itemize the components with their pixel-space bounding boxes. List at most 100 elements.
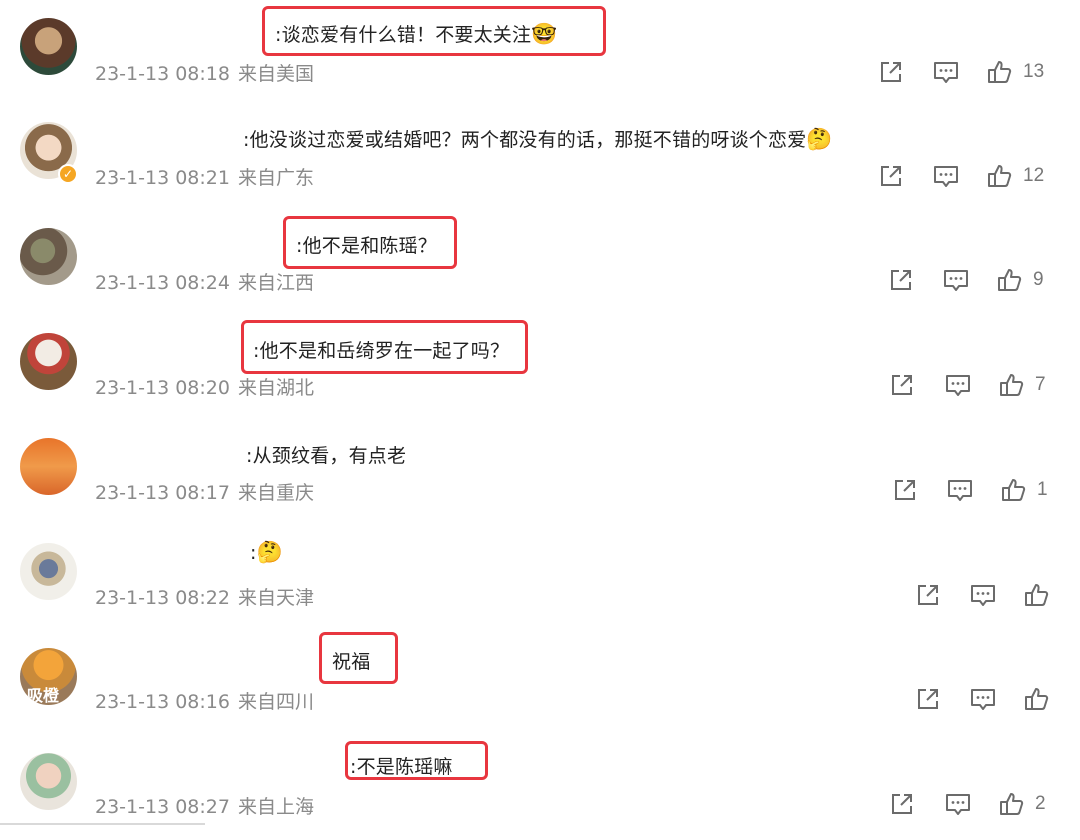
comment-location: 来自重庆: [237, 482, 314, 504]
comment-location: 来自上海: [237, 796, 314, 818]
comment-button[interactable]: [947, 475, 973, 505]
share-icon: [891, 270, 911, 290]
comment-meta: 23-1-13 08:27 来自上海: [95, 792, 314, 819]
avatar[interactable]: [20, 18, 77, 75]
comment-item: 吸橙 祝福 23-1-13 08:16 来自四川: [0, 630, 1080, 735]
thumbs-up-icon: [1025, 688, 1049, 710]
like-count: 2: [1035, 793, 1046, 814]
comment-icon: [971, 585, 995, 606]
comment-button[interactable]: [933, 57, 959, 87]
comment-time: 23-1-13 08:22: [95, 587, 230, 609]
share-button[interactable]: [915, 580, 941, 610]
like-button[interactable]: 12: [987, 161, 1044, 191]
comment-icon: [946, 375, 970, 396]
share-icon: [895, 480, 915, 500]
comment-item: :从颈纹看，有点老 23-1-13 08:17 来自重庆 1: [0, 420, 1080, 525]
comment-button[interactable]: [945, 370, 971, 400]
comment-button[interactable]: [945, 789, 971, 819]
share-icon: [892, 375, 912, 395]
comment-item: :谈恋爱有什么错！不要太关注🤓 23-1-13 08:18 来自美国 13: [0, 0, 1080, 105]
comment-text: :他没谈过恋爱或结婚吧？两个都没有的话，那挺不错的呀谈个恋爱🤔: [243, 127, 833, 151]
thumbs-up-icon: [1000, 374, 1024, 396]
share-button[interactable]: [892, 475, 918, 505]
comment-text: :他不是和岳绮罗在一起了吗？: [253, 340, 510, 362]
emoji-icon: 🤔: [806, 127, 833, 151]
comment-time: 23-1-13 08:18: [95, 63, 230, 85]
comment-icon: [971, 689, 995, 710]
thumbs-up-icon: [988, 165, 1012, 187]
like-button[interactable]: [1024, 684, 1060, 714]
share-button[interactable]: [878, 57, 904, 87]
comment-location: 来自美国: [237, 63, 314, 85]
share-icon: [918, 585, 938, 605]
comment-icon: [934, 166, 958, 187]
comment-location: 来自江西: [237, 272, 314, 294]
comment-meta: 23-1-13 08:20 来自湖北: [95, 373, 314, 400]
share-icon: [892, 794, 912, 814]
comment-text: :他不是和陈瑶？: [296, 235, 438, 257]
share-button[interactable]: [889, 789, 915, 819]
share-icon: [918, 689, 938, 709]
comment-text: :不是陈瑶嘛: [350, 756, 453, 778]
share-button[interactable]: [915, 684, 941, 714]
like-button[interactable]: 1: [1001, 475, 1048, 505]
like-count: 7: [1035, 374, 1046, 395]
thumbs-up-icon: [988, 61, 1012, 83]
thumbs-up-icon: [1025, 584, 1049, 606]
like-button[interactable]: 2: [999, 789, 1046, 819]
avatar[interactable]: [20, 228, 77, 285]
share-icon: [881, 62, 901, 82]
comment-time: 23-1-13 08:24: [95, 272, 230, 294]
avatar-text: 吸橙: [27, 686, 60, 705]
like-button[interactable]: [1024, 580, 1060, 610]
comment-time: 23-1-13 08:16: [95, 691, 230, 713]
avatar[interactable]: [20, 753, 77, 810]
like-count: 1: [1037, 479, 1048, 500]
comment-meta: 23-1-13 08:22 来自天津: [95, 583, 314, 610]
verified-badge: ✓: [58, 164, 78, 184]
comment-item: ✓ :他没谈过恋爱或结婚吧？两个都没有的话，那挺不错的呀谈个恋爱🤔 23-1-1…: [0, 105, 1080, 210]
comment-location: 来自天津: [237, 587, 314, 609]
comment-text: 祝福: [332, 651, 371, 673]
comment-meta: 23-1-13 08:24 来自江西: [95, 268, 314, 295]
comment-icon: [946, 794, 970, 815]
emoji-icon: 🤔: [256, 540, 283, 564]
comment-time: 23-1-13 08:21: [95, 167, 230, 189]
comment-meta: 23-1-13 08:21 来自广东: [95, 163, 314, 190]
thumbs-up-icon: [1000, 793, 1024, 815]
comment-time: 23-1-13 08:17: [95, 482, 230, 504]
emoji-icon: 🤓: [531, 22, 558, 46]
comment-location: 来自湖北: [237, 377, 314, 399]
comment-icon: [948, 480, 972, 501]
thumbs-up-icon: [998, 269, 1022, 291]
like-button[interactable]: 9: [997, 265, 1044, 295]
share-button[interactable]: [878, 161, 904, 191]
like-button[interactable]: 13: [987, 57, 1044, 87]
like-count: 9: [1033, 269, 1044, 290]
comment-button[interactable]: [970, 580, 996, 610]
like-count: 13: [1023, 61, 1045, 82]
comment-icon: [944, 270, 968, 291]
share-button[interactable]: [888, 265, 914, 295]
avatar[interactable]: [20, 333, 77, 390]
comment-item: :他不是和岳绮罗在一起了吗？ 23-1-13 08:20 来自湖北 7: [0, 315, 1080, 420]
avatar[interactable]: [20, 438, 77, 495]
share-icon: [881, 166, 901, 186]
comment-button[interactable]: [933, 161, 959, 191]
comment-meta: 23-1-13 08:16 来自四川: [95, 687, 314, 714]
avatar[interactable]: [20, 543, 77, 600]
thumbs-up-icon: [1002, 479, 1026, 501]
comment-button[interactable]: [970, 684, 996, 714]
comment-time: 23-1-13 08:27: [95, 796, 230, 818]
comment-location: 来自四川: [237, 691, 314, 713]
like-button[interactable]: 7: [999, 370, 1046, 400]
comment-text: :从颈纹看，有点老: [246, 445, 407, 467]
share-button[interactable]: [889, 370, 915, 400]
comment-button[interactable]: [943, 265, 969, 295]
comment-meta: 23-1-13 08:17 来自重庆: [95, 478, 314, 505]
avatar[interactable]: 吸橙: [20, 648, 77, 705]
comment-location: 来自广东: [237, 167, 314, 189]
comment-icon: [934, 62, 958, 83]
like-count: 12: [1023, 165, 1045, 186]
comment-text: :谈恋爱有什么错！不要太关注🤓: [275, 22, 558, 46]
